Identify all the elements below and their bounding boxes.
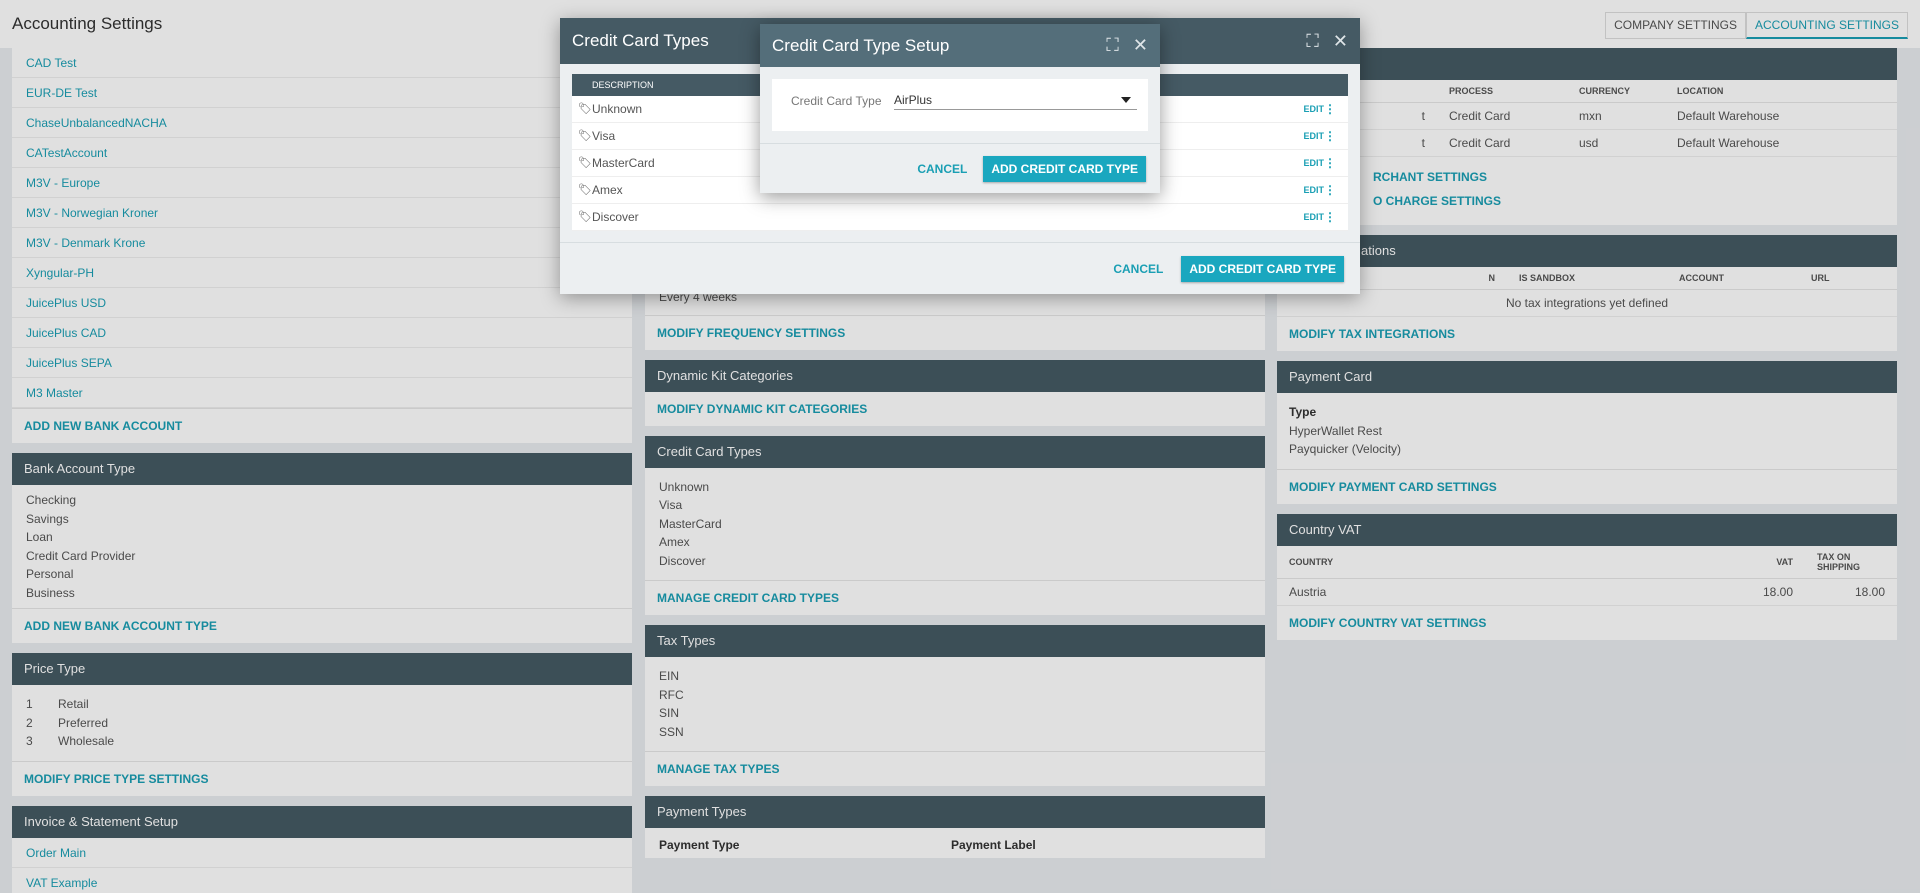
- dialog-header: Credit Card Type Setup ⛶ ✕: [760, 24, 1160, 67]
- edit-button[interactable]: EDIT: [1303, 123, 1324, 150]
- more-options-icon[interactable]: ⋮: [1324, 150, 1336, 177]
- more-options-icon[interactable]: ⋮: [1324, 177, 1336, 204]
- cancel-button[interactable]: CANCEL: [1105, 256, 1171, 282]
- add-credit-card-type-button[interactable]: ADD CREDIT CARD TYPE: [983, 155, 1146, 182]
- credit-card-type-name: Visa: [592, 129, 616, 143]
- edit-button[interactable]: EDIT: [1303, 96, 1324, 123]
- credit-card-type-name: MasterCard: [592, 156, 655, 170]
- credit-card-type-setup-dialog: Credit Card Type Setup ⛶ ✕ Credit Card T…: [760, 24, 1160, 193]
- dialog-body: Credit Card Type AirPlus: [772, 79, 1148, 131]
- fullscreen-icon[interactable]: ⛶: [1106, 24, 1119, 67]
- dialog-footer: CANCEL ADD CREDIT CARD TYPE: [760, 143, 1160, 193]
- fullscreen-icon[interactable]: ⛶: [1306, 18, 1319, 64]
- close-icon[interactable]: ✕: [1333, 18, 1348, 64]
- credit-card-type-select[interactable]: AirPlus: [894, 91, 1137, 110]
- close-icon[interactable]: ✕: [1133, 24, 1148, 67]
- dropdown-arrow-icon: [1121, 97, 1131, 103]
- cancel-button[interactable]: CANCEL: [909, 156, 975, 182]
- dialog-footer: CANCEL ADD CREDIT CARD TYPE: [560, 242, 1360, 294]
- edit-button[interactable]: EDIT: [1303, 150, 1324, 177]
- credit-card-type-name: Unknown: [592, 102, 643, 116]
- selected-value: AirPlus: [894, 93, 933, 107]
- tag-icon: 🏷: [578, 211, 592, 223]
- more-options-icon[interactable]: ⋮: [1324, 204, 1336, 231]
- dialog-title: Credit Card Type Setup: [772, 36, 950, 55]
- dialog-title: Credit Card Types: [572, 31, 709, 50]
- tag-icon: 🏷: [578, 103, 592, 115]
- credit-card-type-name: Discover: [592, 210, 639, 224]
- edit-button[interactable]: EDIT: [1303, 204, 1324, 231]
- add-credit-card-type-button[interactable]: ADD CREDIT CARD TYPE: [1181, 255, 1344, 282]
- tag-icon: 🏷: [578, 130, 592, 142]
- tag-icon: 🏷: [578, 184, 592, 196]
- credit-card-type-name: Amex: [592, 183, 623, 197]
- edit-button[interactable]: EDIT: [1303, 177, 1324, 204]
- more-options-icon[interactable]: ⋮: [1324, 123, 1336, 150]
- credit-card-type-label: Credit Card Type: [791, 94, 882, 108]
- tag-icon: 🏷: [578, 157, 592, 169]
- more-options-icon[interactable]: ⋮: [1324, 96, 1336, 123]
- table-row[interactable]: 🏷 Discover EDIT ⋮: [572, 204, 1348, 231]
